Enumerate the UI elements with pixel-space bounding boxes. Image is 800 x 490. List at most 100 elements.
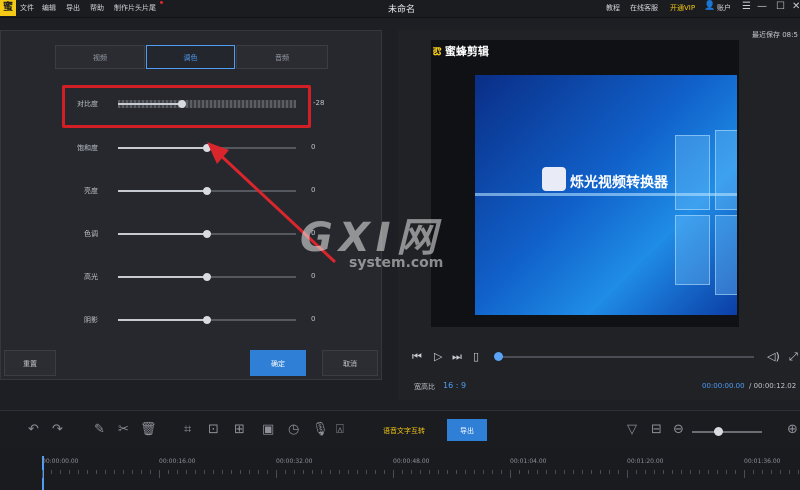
close-button[interactable]: ✕ [792,1,800,12]
timeline-tick-mark [618,470,619,474]
next-frame-icon[interactable]: ⏭ [452,350,462,364]
fit-icon[interactable]: ⊟ [651,422,662,437]
vip-link[interactable]: 开通VIP [670,3,695,13]
pencil-icon[interactable]: ✎ [94,422,105,437]
timeline-tick-mark [231,470,232,474]
timeline-tick-mark [762,470,763,474]
trash-icon[interactable]: 🗑 [140,422,157,437]
resize-icon[interactable]: ⊡ [208,422,219,437]
mosaic-icon[interactable]: ⊞ [234,422,245,437]
account-link[interactable]: 账户 [717,3,731,13]
prev-frame-icon[interactable]: ⏮ [412,350,422,364]
timeline-tick-mark [645,470,646,474]
timeline-tick-mark [51,470,52,474]
menu-intro-outro[interactable]: 制作片头片尾 [114,3,156,13]
timeline-tick-mark [744,470,745,478]
user-icon[interactable]: 👤 [704,1,715,11]
timeline-tick-mark [609,470,610,474]
timeline-tick-mark [357,470,358,474]
timeline-tick-mark [132,470,133,474]
playback-thumb[interactable] [494,352,503,361]
adjust-label: 色调 [84,230,98,238]
timeline-tick-mark [366,470,367,474]
timeline-tick-mark [276,470,277,478]
timeline-tick-label: 00:01:04.00 [510,458,547,465]
timeline-tick-mark [690,470,691,474]
stop-icon[interactable]: ▯ [473,350,479,363]
speech-to-text-button[interactable]: 语音文字互转 [383,426,425,436]
timeline-tick-mark [699,470,700,474]
timeline-tick-mark [483,470,484,474]
total-time: / 00:00:12.02 [749,382,797,390]
timeline-tick-mark [510,470,511,478]
timeline-tick-label: 00:01:20.00 [627,458,664,465]
microphone-icon[interactable]: 🎙 [312,422,329,437]
menu-file[interactable]: 文件 [20,3,34,13]
adjust-label: 阴影 [84,316,98,324]
aspect-value[interactable]: 16 : 9 [443,381,466,390]
volume-icon[interactable]: ◁) [767,350,780,363]
timeline-tick-mark [303,470,304,474]
frame-icon[interactable]: ▣ [262,422,274,437]
app-logo: 蜜 [0,0,16,16]
zoom-out-icon[interactable]: ⊖ [673,422,684,437]
menu-icon[interactable]: ☰ [742,1,751,12]
adjust-slider-fill [118,190,207,192]
confirm-button[interactable]: 确定 [250,350,306,376]
tab-audio[interactable]: 音频 [236,45,328,69]
zoom-slider[interactable] [692,431,762,433]
timeline-tick-mark [519,470,520,474]
maximize-button[interactable]: ☐ [776,1,785,12]
reset-button[interactable]: 重置 [4,350,56,376]
timeline-tick-mark [249,470,250,474]
timeline-tick-mark [681,470,682,474]
tab-video[interactable]: 视频 [55,45,145,69]
timeline-tick-mark [501,470,502,474]
zoom-in-icon[interactable]: ⊕ [787,422,798,437]
fullscreen-icon[interactable]: ⤢ [789,350,798,364]
timeline-tick-mark [123,470,124,474]
document-title: 未命名 [388,5,416,15]
minimize-button[interactable]: — [757,1,767,12]
timeline-tick-mark [564,470,565,474]
timeline-tick-mark [393,470,394,478]
playback-track[interactable] [498,356,754,358]
marker-icon[interactable]: ▽ [627,422,637,437]
timeline-tick-mark [420,470,421,474]
adjust-slider-fill [118,233,207,235]
tab-color[interactable]: 调色 [146,45,235,69]
timeline-tick-mark [708,470,709,474]
tutorial-link[interactable]: 教程 [606,3,620,13]
export-button[interactable]: 导出 [447,419,487,441]
redo-icon[interactable]: ↷ [52,422,63,437]
timeline-tick-mark [195,470,196,474]
timeline-tick-mark [456,470,457,474]
timeline-tick-mark [240,470,241,474]
zoom-thumb[interactable] [714,427,723,436]
timeline-tick-mark [573,470,574,474]
play-icon[interactable]: ▷ [434,350,442,363]
timeline-tick-label: 00:01:36.00 [744,458,781,465]
menu-help[interactable]: 帮助 [90,3,104,13]
timeline-tick-mark [42,470,43,478]
timeline-tick-mark [537,470,538,474]
timeline-tick-mark [78,470,79,474]
timeline-tick-label: 00:00:48.00 [393,458,430,465]
crop-icon[interactable]: ⌗ [184,422,191,437]
menu-export[interactable]: 导出 [66,3,80,13]
undo-icon[interactable]: ↶ [28,422,39,437]
timeline-tick-mark [672,470,673,474]
timeline-tick-mark [348,470,349,474]
timeline-tick-mark [168,470,169,474]
cancel-button[interactable]: 取消 [322,350,378,376]
timeline-tick-mark [600,470,601,474]
online-service-link[interactable]: 在线客服 [630,3,658,13]
adjust-slider-thumb[interactable] [203,316,211,324]
clock-icon[interactable]: ◷ [288,422,299,437]
timeline-ruler[interactable] [0,448,800,490]
adjust-slider-thumb[interactable] [203,273,211,281]
scissors-icon[interactable]: ✂ [118,422,129,437]
menu-edit[interactable]: 编辑 [42,3,56,13]
export-frame-icon[interactable]: ⍓ [336,422,344,437]
timeline-tick-mark [330,470,331,474]
